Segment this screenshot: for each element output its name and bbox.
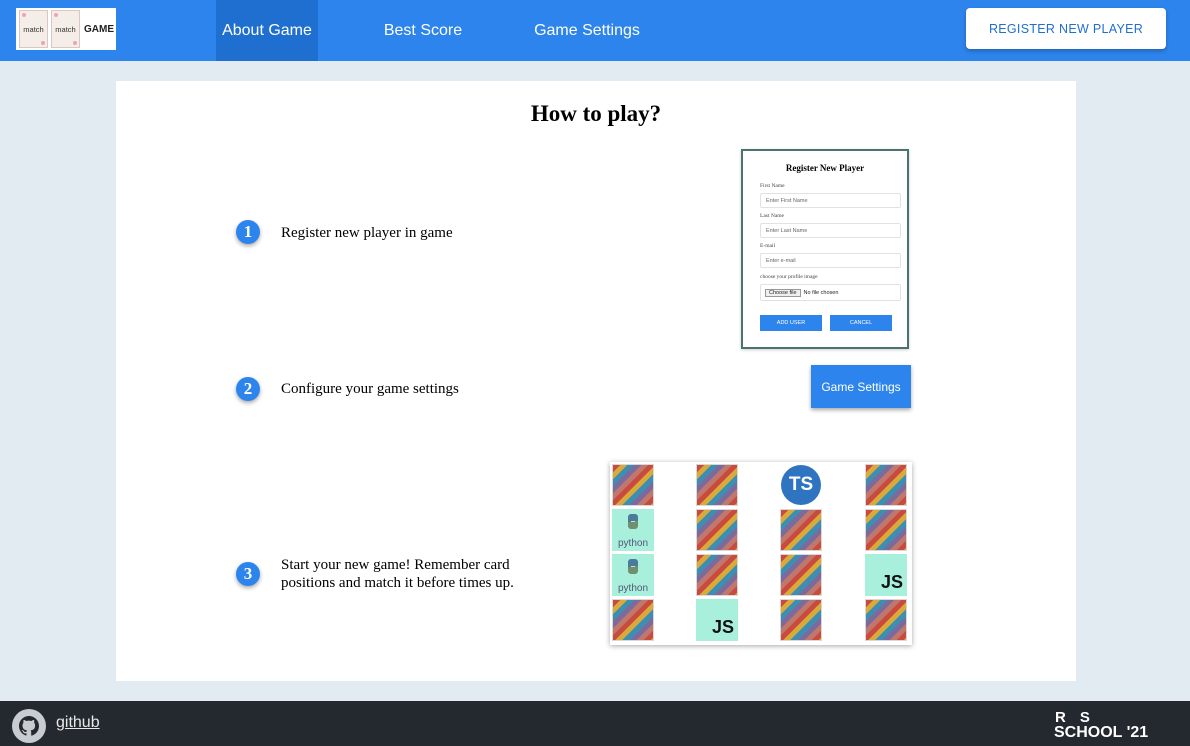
rs-school-logo[interactable]: RS SCHOOL '21 (1054, 709, 1174, 743)
python-logo-icon (628, 559, 638, 574)
app-header: match match GAME About Game Best Score G… (0, 0, 1190, 61)
card-back (780, 599, 822, 641)
game-logo[interactable]: match match GAME (16, 8, 116, 50)
js-label: JS (711, 617, 734, 637)
python-label: python (617, 583, 649, 594)
logo-text: GAME (84, 23, 114, 35)
python-label: python (617, 538, 649, 549)
form-title: Register New Player (785, 163, 865, 173)
profile-image-file-input: Choose file No file chosen (760, 284, 901, 301)
register-new-player-button[interactable]: REGISTER NEW PLAYER (966, 8, 1166, 49)
step-number-1: 1 (236, 220, 260, 244)
app-footer: github RS SCHOOL '21 (0, 701, 1190, 746)
logo-card: match (19, 10, 48, 48)
first-name-field: Enter First Name (760, 193, 901, 208)
email-field: Enter e-mail (760, 253, 901, 268)
card-grid-preview: TS python python JS JS (610, 462, 912, 645)
step-2-text: Configure your game settings (281, 381, 459, 397)
file-status: No file chosen (803, 289, 839, 296)
step-number-2: 2 (236, 377, 260, 401)
first-name-label: First Name (760, 183, 785, 189)
nav-game-settings[interactable]: Game Settings (524, 0, 650, 61)
card-back (865, 464, 907, 506)
python-logo-icon (628, 514, 638, 529)
card-back (612, 464, 654, 506)
card-typescript: TS (780, 464, 822, 506)
step-3-text-line-2: positions and match it before times up. (281, 575, 514, 591)
js-label: JS (880, 572, 903, 592)
last-name-field: Enter Last Name (760, 223, 901, 238)
card-python: python (612, 554, 654, 596)
step-3-text-line-1: Start your new game! Remember card (281, 557, 510, 573)
card-back (696, 554, 738, 596)
card-javascript: JS (865, 554, 907, 596)
last-name-label: Last Name (760, 213, 784, 219)
card-back (696, 464, 738, 506)
register-form-preview: Register New Player First Name Enter Fir… (741, 149, 909, 349)
add-user-button: ADD USER (760, 315, 822, 331)
github-link[interactable]: github (56, 714, 100, 732)
card-javascript: JS (696, 599, 738, 641)
choose-file-button: Choose file (765, 288, 801, 297)
ts-logo: TS (781, 465, 821, 505)
cancel-button: CANCEL (830, 315, 892, 331)
card-back (865, 599, 907, 641)
card-back (696, 509, 738, 551)
card-back (780, 509, 822, 551)
logo-card: match (51, 10, 80, 48)
step-number-3: 3 (236, 562, 260, 586)
card-back (865, 509, 907, 551)
github-octocat-icon (19, 716, 40, 736)
card-python: python (612, 509, 654, 551)
nav-about-game[interactable]: About Game (216, 0, 318, 61)
step-3-text: Start your new game! Remember card posit… (281, 556, 514, 592)
step-1-text: Register new player in game (281, 225, 453, 241)
about-game-panel: How to play? 1 Register new player in ga… (116, 81, 1076, 681)
card-back (780, 554, 822, 596)
card-back (612, 599, 654, 641)
nav-best-score[interactable]: Best Score (371, 0, 475, 61)
game-settings-button[interactable]: Game Settings (811, 365, 911, 408)
page-title: How to play? (530, 101, 662, 126)
email-label: E-mail (760, 243, 775, 249)
github-icon[interactable] (12, 709, 46, 743)
rs-logo-line-2: SCHOOL '21 (1054, 724, 1149, 741)
profile-image-label: choose your profile image (760, 274, 818, 280)
